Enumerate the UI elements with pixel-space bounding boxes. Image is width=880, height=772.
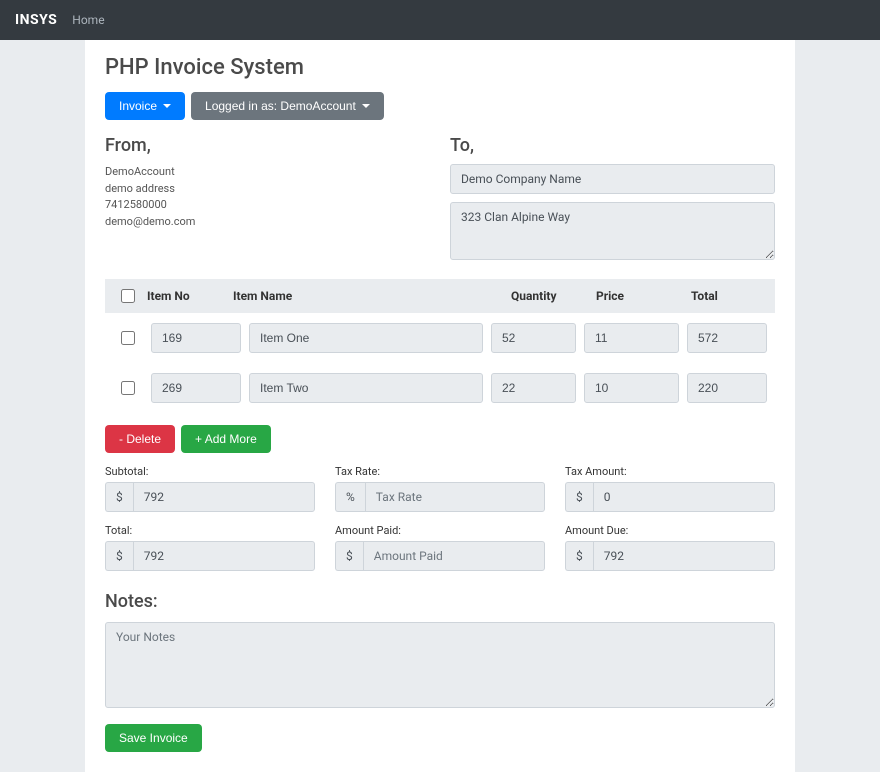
header-checkbox-cell <box>113 289 143 303</box>
to-address-textarea[interactable]: 323 Clan Alpine Way <box>450 202 775 260</box>
amount-due-label: Amount Due: <box>565 524 775 537</box>
item-total-input[interactable] <box>687 323 767 353</box>
table-row <box>105 363 775 413</box>
header-item-name: Item Name <box>233 289 507 303</box>
price-input[interactable] <box>584 323 679 353</box>
chevron-down-icon <box>163 104 171 108</box>
total-input[interactable] <box>133 541 315 571</box>
to-section: To, 323 Clan Alpine Way <box>450 135 775 264</box>
add-more-button[interactable]: + Add More <box>181 425 271 453</box>
from-to-row: From, DemoAccount demo address 741258000… <box>105 135 775 264</box>
top-button-row: Invoice Logged in as: DemoAccount <box>105 92 775 120</box>
dollar-addon: $ <box>105 482 133 512</box>
row-checkbox[interactable] <box>121 381 135 395</box>
from-info: DemoAccount demo address 7412580000 demo… <box>105 164 430 230</box>
tax-rate-label: Tax Rate: <box>335 465 545 478</box>
item-name-input[interactable] <box>249 323 483 353</box>
chevron-down-icon <box>362 104 370 108</box>
brand-link[interactable]: INSYS <box>15 12 57 28</box>
amount-paid-label: Amount Paid: <box>335 524 545 537</box>
subtotal-label: Subtotal: <box>105 465 315 478</box>
from-phone: 7412580000 <box>105 197 430 214</box>
dollar-addon: $ <box>335 541 363 571</box>
header-total: Total <box>687 289 767 303</box>
dollar-addon: $ <box>565 541 593 571</box>
invoice-button-label: Invoice <box>119 99 157 113</box>
logged-in-label: Logged in as: DemoAccount <box>205 99 356 113</box>
navbar: INSYS Home <box>0 0 880 40</box>
table-header: Item No Item Name Quantity Price Total <box>105 279 775 313</box>
totals-section: Subtotal: $ Total: $ Tax Rate: % <box>105 465 775 583</box>
header-price: Price <box>592 289 687 303</box>
delete-button[interactable]: - Delete <box>105 425 175 453</box>
header-item-no: Item No <box>143 289 233 303</box>
item-total-input[interactable] <box>687 373 767 403</box>
from-section: From, DemoAccount demo address 741258000… <box>105 135 430 264</box>
quantity-input[interactable] <box>491 323 576 353</box>
row-checkbox[interactable] <box>121 331 135 345</box>
to-heading: To, <box>450 135 775 156</box>
notes-heading: Notes: <box>105 591 775 612</box>
item-name-input[interactable] <box>249 373 483 403</box>
amount-due-input[interactable] <box>593 541 775 571</box>
page-title: PHP Invoice System <box>105 55 775 80</box>
logged-in-dropdown-button[interactable]: Logged in as: DemoAccount <box>191 92 384 120</box>
item-no-input[interactable] <box>151 323 241 353</box>
table-action-buttons: - Delete + Add More <box>105 425 775 453</box>
items-table: Item No Item Name Quantity Price Total <box>105 279 775 413</box>
invoice-dropdown-button[interactable]: Invoice <box>105 92 185 120</box>
to-company-input[interactable] <box>450 164 775 194</box>
home-link[interactable]: Home <box>72 13 104 27</box>
total-label: Total: <box>105 524 315 537</box>
subtotal-input[interactable] <box>133 482 315 512</box>
item-no-input[interactable] <box>151 373 241 403</box>
save-row: Save Invoice <box>105 724 775 752</box>
from-address: demo address <box>105 181 430 198</box>
amount-paid-input[interactable] <box>363 541 545 571</box>
notes-textarea[interactable] <box>105 622 775 708</box>
notes-section: Notes: <box>105 591 775 712</box>
tax-amount-input[interactable] <box>593 482 775 512</box>
from-heading: From, <box>105 135 430 156</box>
price-input[interactable] <box>584 373 679 403</box>
tax-amount-label: Tax Amount: <box>565 465 775 478</box>
dollar-addon: $ <box>565 482 593 512</box>
percent-addon: % <box>335 482 365 512</box>
tax-rate-input[interactable] <box>365 482 545 512</box>
from-name: DemoAccount <box>105 164 430 181</box>
quantity-input[interactable] <box>491 373 576 403</box>
main-container: PHP Invoice System Invoice Logged in as:… <box>85 40 795 772</box>
from-email: demo@demo.com <box>105 214 430 231</box>
save-invoice-button[interactable]: Save Invoice <box>105 724 202 752</box>
select-all-checkbox[interactable] <box>121 289 135 303</box>
dollar-addon: $ <box>105 541 133 571</box>
header-quantity: Quantity <box>507 289 592 303</box>
table-row <box>105 313 775 363</box>
